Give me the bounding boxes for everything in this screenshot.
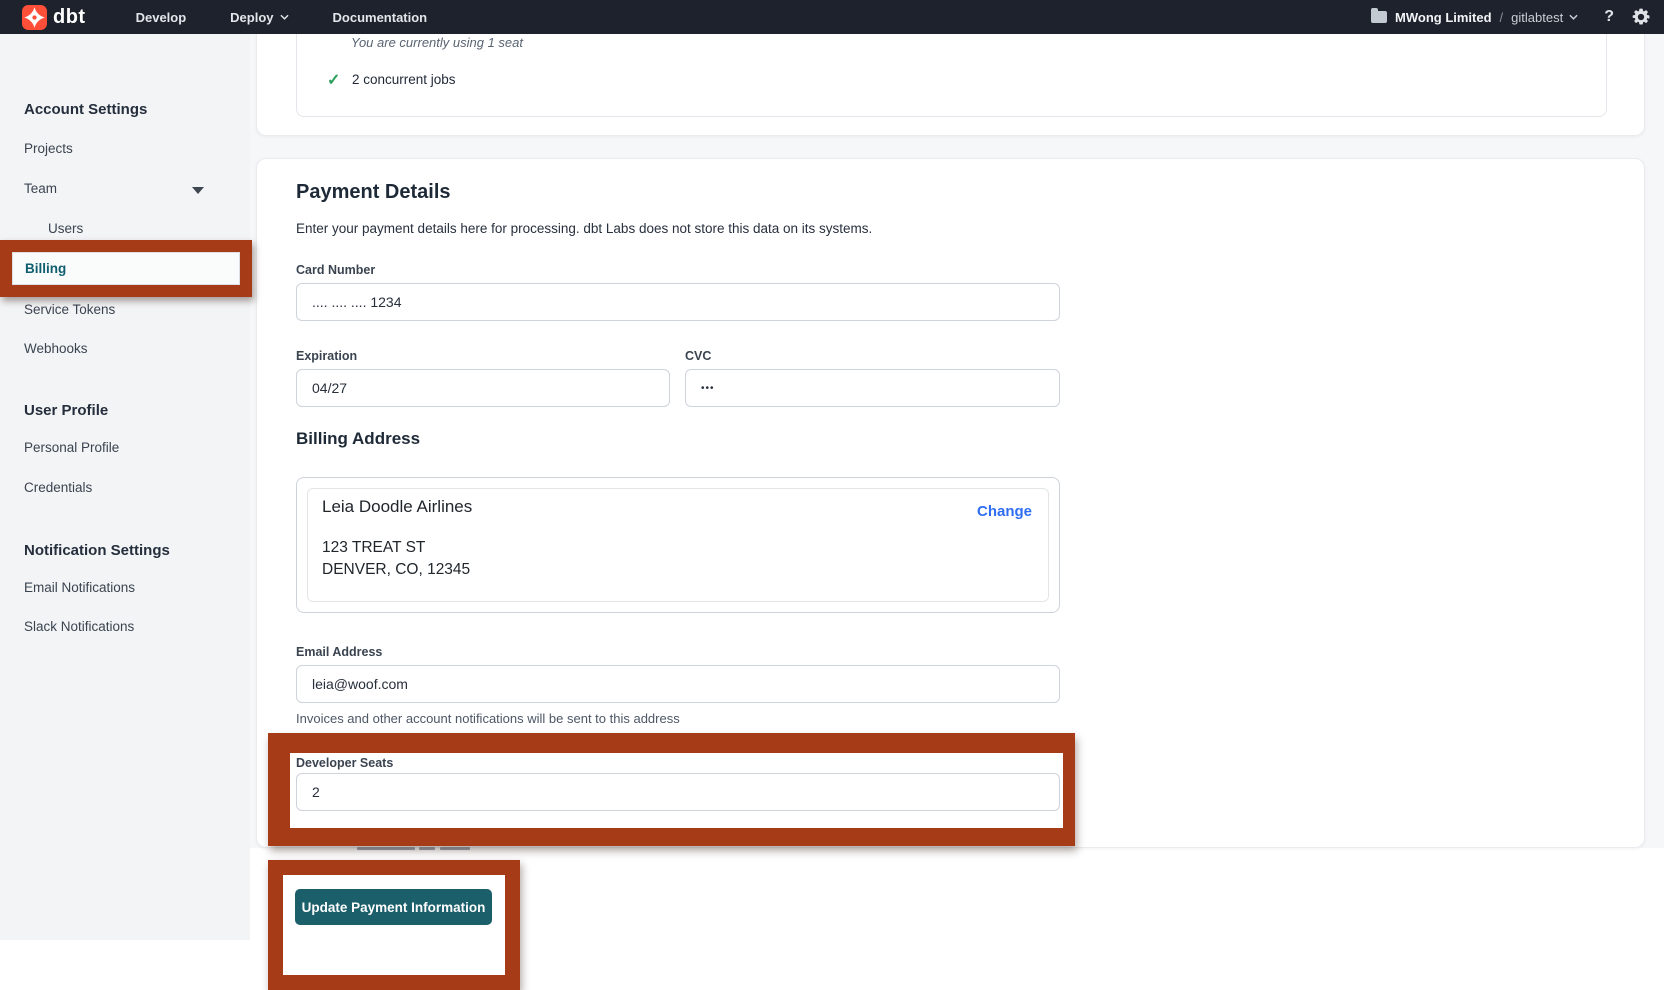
payment-details-description: Enter your payment details here for proc…	[296, 221, 872, 236]
dbt-logo[interactable]: dbt	[22, 5, 86, 30]
caret-down-icon[interactable]	[192, 187, 204, 194]
seats-card: You are currently using 1 seat ✓ 2 concu…	[256, 34, 1645, 136]
obscured-text-fragment	[357, 837, 487, 840]
nav-develop[interactable]: Develop	[136, 10, 187, 25]
dbt-logo-icon	[22, 5, 47, 30]
developer-seats-label: Developer Seats	[296, 756, 393, 770]
payment-details-card: Payment Details Enter your payment detai…	[256, 158, 1645, 848]
gear-icon[interactable]	[1632, 8, 1650, 26]
concurrent-jobs-text: 2 concurrent jobs	[352, 72, 456, 87]
billing-address-heading: Billing Address	[296, 429, 420, 449]
breadcrumb-separator: /	[1500, 10, 1504, 25]
cvc-input[interactable]	[685, 369, 1060, 407]
sidebar-item-personal-profile[interactable]: Personal Profile	[24, 440, 119, 455]
main-content: You are currently using 1 seat ✓ 2 concu…	[250, 34, 1664, 940]
annotation-box-update-button	[268, 860, 520, 990]
email-address-label: Email Address	[296, 645, 382, 659]
email-helper-text: Invoices and other account notifications…	[296, 711, 680, 726]
expiration-label: Expiration	[296, 349, 357, 363]
chevron-down-icon	[280, 14, 289, 20]
top-navbar: dbt Develop Deploy Documentation MWong L…	[0, 0, 1664, 34]
folder-icon	[1371, 11, 1387, 23]
annotation-box-billing: Billing	[0, 240, 252, 297]
sidebar-item-team[interactable]: Team	[24, 181, 57, 196]
card-number-input[interactable]	[296, 283, 1060, 321]
billing-address-inner-box: Leia Doodle Airlines Change 123 TREAT ST…	[307, 488, 1049, 602]
change-address-link[interactable]: Change	[977, 503, 1032, 520]
update-payment-button[interactable]: Update Payment Information	[295, 889, 492, 925]
seat-usage-note: You are currently using 1 seat	[351, 35, 523, 50]
settings-sidebar: Account Settings Projects Team Users Bil…	[0, 34, 250, 940]
sidebar-heading-notification-settings: Notification Settings	[24, 542, 170, 559]
help-icon[interactable]: ?	[1604, 8, 1614, 26]
nav-deploy[interactable]: Deploy	[230, 10, 288, 25]
expiration-input[interactable]	[296, 369, 670, 407]
sidebar-item-webhooks[interactable]: Webhooks	[24, 341, 88, 356]
billing-address-line2: DENVER, CO, 12345	[322, 561, 470, 579]
chevron-down-icon[interactable]	[1569, 14, 1578, 20]
dbt-logo-text: dbt	[53, 6, 86, 29]
nav-documentation[interactable]: Documentation	[333, 10, 428, 25]
sidebar-item-credentials[interactable]: Credentials	[24, 480, 92, 495]
sidebar-item-email-notifications[interactable]: Email Notifications	[24, 580, 135, 595]
payment-details-title: Payment Details	[296, 181, 451, 204]
sidebar-heading-user-profile: User Profile	[24, 402, 108, 419]
sidebar-item-service-tokens[interactable]: Service Tokens	[24, 302, 115, 317]
billing-address-line1: 123 TREAT ST	[322, 539, 425, 557]
sidebar-item-projects[interactable]: Projects	[24, 141, 73, 156]
check-icon: ✓	[327, 70, 340, 90]
cvc-label: CVC	[685, 349, 711, 363]
card-number-label: Card Number	[296, 263, 375, 277]
project-switcher[interactable]: gitlabtest	[1511, 10, 1563, 25]
sidebar-item-users[interactable]: Users	[48, 221, 83, 236]
account-name[interactable]: MWong Limited	[1395, 10, 1492, 25]
sidebar-item-billing[interactable]: Billing	[12, 252, 240, 285]
billing-address-box: Leia Doodle Airlines Change 123 TREAT ST…	[296, 477, 1060, 613]
billing-address-name: Leia Doodle Airlines	[322, 497, 472, 517]
sidebar-item-slack-notifications[interactable]: Slack Notifications	[24, 619, 134, 634]
email-address-input[interactable]	[296, 665, 1060, 703]
sidebar-heading-account-settings: Account Settings	[24, 101, 147, 118]
developer-seats-input[interactable]	[296, 773, 1060, 811]
